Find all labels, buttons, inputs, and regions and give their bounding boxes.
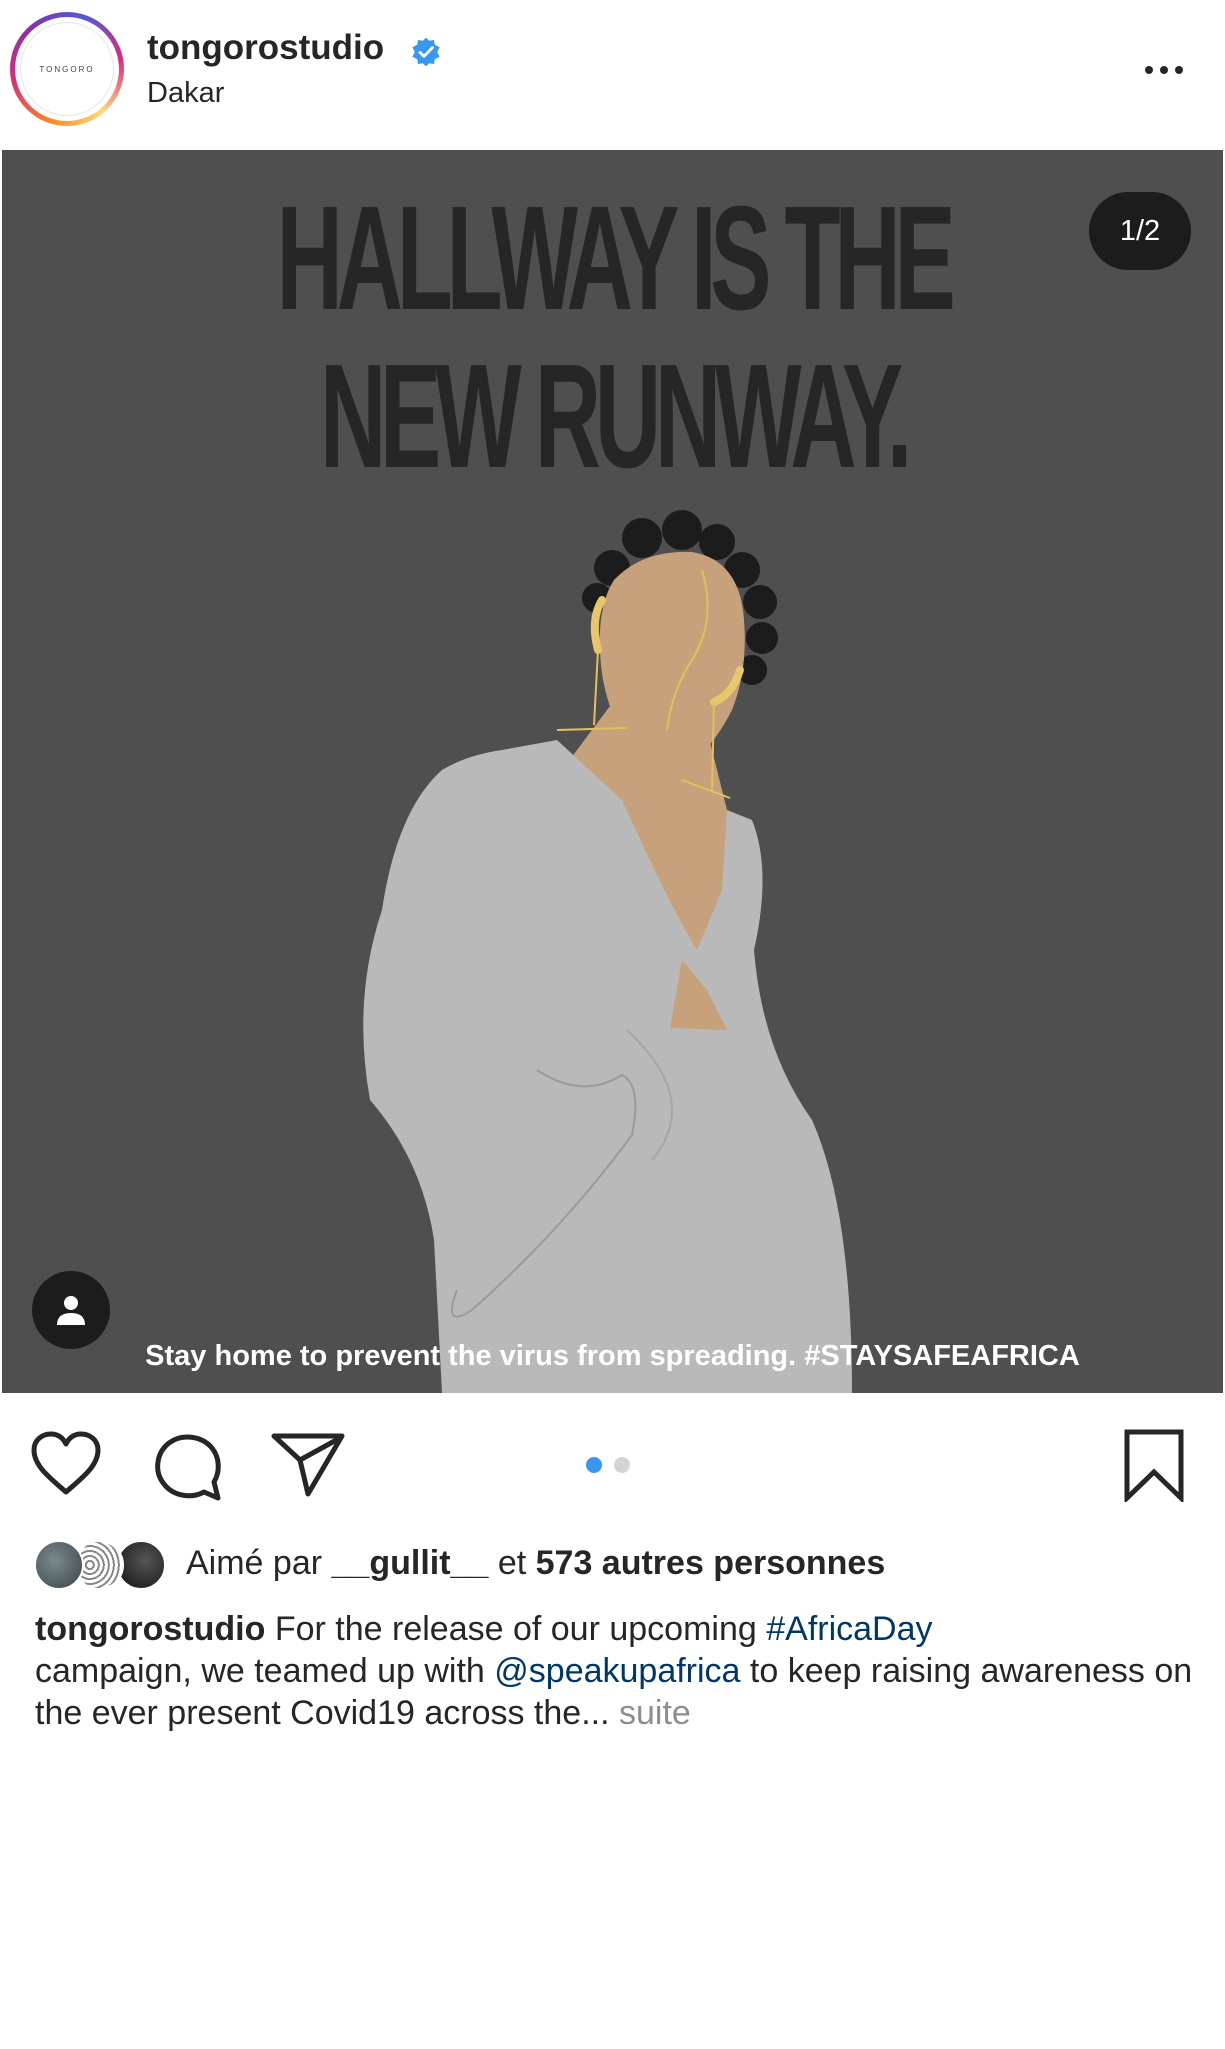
person-icon — [57, 1296, 85, 1325]
carousel-indicator — [586, 1455, 636, 1475]
tagged-users-button[interactable] — [32, 1271, 110, 1349]
likes-connector: et — [497, 1544, 527, 1582]
post-header: TONGORO tongorostudio Dakar — [0, 0, 1225, 148]
share-button[interactable] — [270, 1430, 346, 1498]
profile-avatar[interactable]: TONGORO — [10, 12, 124, 126]
comment-button[interactable] — [152, 1430, 224, 1502]
carousel-page-counter: 1/2 — [1089, 192, 1191, 270]
more-options-button[interactable] — [1134, 50, 1194, 90]
like-button[interactable] — [30, 1430, 102, 1496]
hashtag-link[interactable]: #AfricaDay — [766, 1610, 932, 1648]
liker-avatars[interactable] — [34, 1540, 169, 1592]
heart-icon — [31, 1431, 101, 1495]
post-image[interactable]: HALLWAY IS THE NEW RUNWAY. 1/2 Stay home… — [2, 150, 1223, 1393]
liker-avatar — [34, 1540, 84, 1590]
likes-count-link[interactable]: 573 autres personnes — [536, 1544, 886, 1582]
more-caption-button[interactable]: suite — [619, 1694, 691, 1732]
likes-summary[interactable]: Aimé par __gullit__ et 573 autres person… — [186, 1544, 885, 1583]
first-liker-link[interactable]: __gullit__ — [332, 1544, 489, 1582]
post-caption: tongorostudio For the release of our upc… — [35, 1608, 1195, 1734]
username-link[interactable]: tongorostudio — [147, 28, 384, 68]
verified-badge-icon — [412, 37, 440, 67]
paper-plane-icon — [271, 1433, 345, 1497]
likes-prefix: Aimé par — [186, 1544, 323, 1582]
caption-text: campaign, we teamed up with — [35, 1652, 485, 1690]
save-button[interactable] — [1122, 1428, 1186, 1502]
image-overlay-caption: Stay home to prevent the virus from spre… — [145, 1340, 1080, 1372]
caption-text: For the release of our upcoming — [274, 1610, 757, 1648]
more-dot-icon — [1175, 66, 1183, 74]
bookmark-icon — [1124, 1429, 1184, 1502]
caption-username[interactable]: tongorostudio — [35, 1610, 265, 1648]
carousel-dot-active — [586, 1457, 602, 1473]
mention-link[interactable]: @speakupafrica — [494, 1652, 740, 1690]
avatar-logo: TONGORO — [20, 22, 114, 116]
comment-icon — [155, 1434, 221, 1501]
location-link[interactable]: Dakar — [147, 77, 224, 110]
more-dot-icon — [1145, 66, 1153, 74]
more-dot-icon — [1160, 66, 1168, 74]
illustration-woman — [363, 510, 852, 1393]
carousel-dot — [614, 1457, 630, 1473]
